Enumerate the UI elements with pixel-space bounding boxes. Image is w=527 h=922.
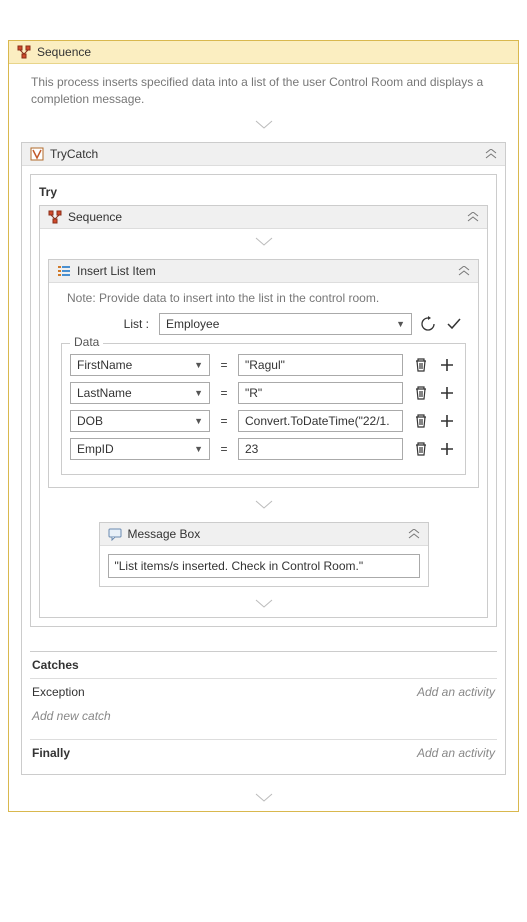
message-box-activity[interactable]: Message Box "List items/s inserted. Chec… xyxy=(99,522,429,587)
delete-icon[interactable] xyxy=(411,383,431,403)
list-select[interactable]: Employee ▼ xyxy=(159,313,412,335)
field-select[interactable]: LastName ▼ xyxy=(70,382,210,404)
add-activity-link[interactable]: Add an activity xyxy=(417,685,495,699)
add-icon[interactable] xyxy=(437,383,457,403)
value-input[interactable]: Convert.ToDateTime("22/1. xyxy=(238,410,403,432)
sequence-icon xyxy=(17,45,31,59)
data-row: FirstName ▼ = "Ragul" xyxy=(70,354,457,376)
data-fieldset: Data FirstName ▼ = "Ragul" xyxy=(61,343,466,475)
sequence-header[interactable]: Sequence xyxy=(9,41,518,64)
caret-down-icon: ▼ xyxy=(194,416,203,426)
sequence-activity-outer[interactable]: Sequence This process inserts specified … xyxy=(8,40,519,812)
finally-section[interactable]: Finally Add an activity xyxy=(30,739,497,766)
collapse-icon[interactable] xyxy=(458,266,470,276)
finally-label: Finally xyxy=(32,746,70,760)
list-icon xyxy=(57,264,71,278)
refresh-icon[interactable] xyxy=(418,314,438,334)
drop-indicator[interactable] xyxy=(40,229,487,255)
sequence-icon xyxy=(48,210,62,224)
caret-down-icon: ▼ xyxy=(194,360,203,370)
list-select-value: Employee xyxy=(166,317,219,331)
value-input[interactable]: "R" xyxy=(238,382,403,404)
data-row: DOB ▼ = Convert.ToDateTime("22/1. xyxy=(70,410,457,432)
insert-note: Note: Provide data to insert into the li… xyxy=(49,283,478,313)
add-new-catch-link[interactable]: Add new catch xyxy=(30,705,497,725)
delete-icon[interactable] xyxy=(411,411,431,431)
catches-label: Catches xyxy=(32,658,79,672)
delete-icon[interactable] xyxy=(411,355,431,375)
field-name: FirstName xyxy=(77,358,132,372)
add-icon[interactable] xyxy=(437,355,457,375)
add-icon[interactable] xyxy=(437,439,457,459)
data-legend: Data xyxy=(70,335,103,349)
field-select[interactable]: DOB ▼ xyxy=(70,410,210,432)
trycatch-title: TryCatch xyxy=(50,147,98,161)
collapse-icon[interactable] xyxy=(485,149,497,159)
drop-indicator[interactable] xyxy=(40,591,487,617)
equals-sign: = xyxy=(218,442,230,456)
data-row: EmpID ▼ = 23 xyxy=(70,438,457,460)
sequence-activity-inner[interactable]: Sequence xyxy=(39,205,488,618)
collapse-icon[interactable] xyxy=(408,529,420,539)
drop-indicator[interactable] xyxy=(9,785,518,811)
drop-indicator[interactable] xyxy=(9,112,518,138)
message-box-input[interactable]: "List items/s inserted. Check in Control… xyxy=(108,554,420,578)
insert-title: Insert List Item xyxy=(77,264,156,278)
inner-sequence-header[interactable]: Sequence xyxy=(40,206,487,229)
add-icon[interactable] xyxy=(437,411,457,431)
exception-label: Exception xyxy=(32,685,85,699)
caret-down-icon: ▼ xyxy=(396,319,405,329)
message-icon xyxy=(108,527,122,541)
message-box-header[interactable]: Message Box xyxy=(100,523,428,546)
insert-header[interactable]: Insert List Item xyxy=(49,260,478,283)
delete-icon[interactable] xyxy=(411,439,431,459)
add-activity-link[interactable]: Add an activity xyxy=(417,746,495,760)
equals-sign: = xyxy=(218,414,230,428)
drop-indicator[interactable] xyxy=(40,492,487,518)
caret-down-icon: ▼ xyxy=(194,444,203,454)
field-select[interactable]: FirstName ▼ xyxy=(70,354,210,376)
list-label: List : xyxy=(63,317,153,331)
insert-list-item-activity[interactable]: Insert List Item Note: Provide data to i… xyxy=(48,259,479,488)
try-label: Try xyxy=(39,183,488,205)
value-input[interactable]: "Ragul" xyxy=(238,354,403,376)
message-box-title: Message Box xyxy=(128,527,201,541)
field-name: DOB xyxy=(77,414,103,428)
trycatch-activity[interactable]: TryCatch Try xyxy=(21,142,506,775)
collapse-icon[interactable] xyxy=(467,212,479,222)
trycatch-icon xyxy=(30,147,44,161)
value-input[interactable]: 23 xyxy=(238,438,403,460)
sequence-description: This process inserts specified data into… xyxy=(9,64,518,112)
exception-row[interactable]: Exception Add an activity xyxy=(30,678,497,705)
inner-sequence-title: Sequence xyxy=(68,210,122,224)
check-icon[interactable] xyxy=(444,314,464,334)
sequence-title: Sequence xyxy=(37,45,91,59)
try-block: Try Sequence xyxy=(30,174,497,627)
field-select[interactable]: EmpID ▼ xyxy=(70,438,210,460)
data-row: LastName ▼ = "R" xyxy=(70,382,457,404)
trycatch-header[interactable]: TryCatch xyxy=(22,143,505,166)
field-name: LastName xyxy=(77,386,132,400)
equals-sign: = xyxy=(218,358,230,372)
caret-down-icon: ▼ xyxy=(194,388,203,398)
catches-section: Catches xyxy=(30,652,497,678)
field-name: EmpID xyxy=(77,442,114,456)
equals-sign: = xyxy=(218,386,230,400)
